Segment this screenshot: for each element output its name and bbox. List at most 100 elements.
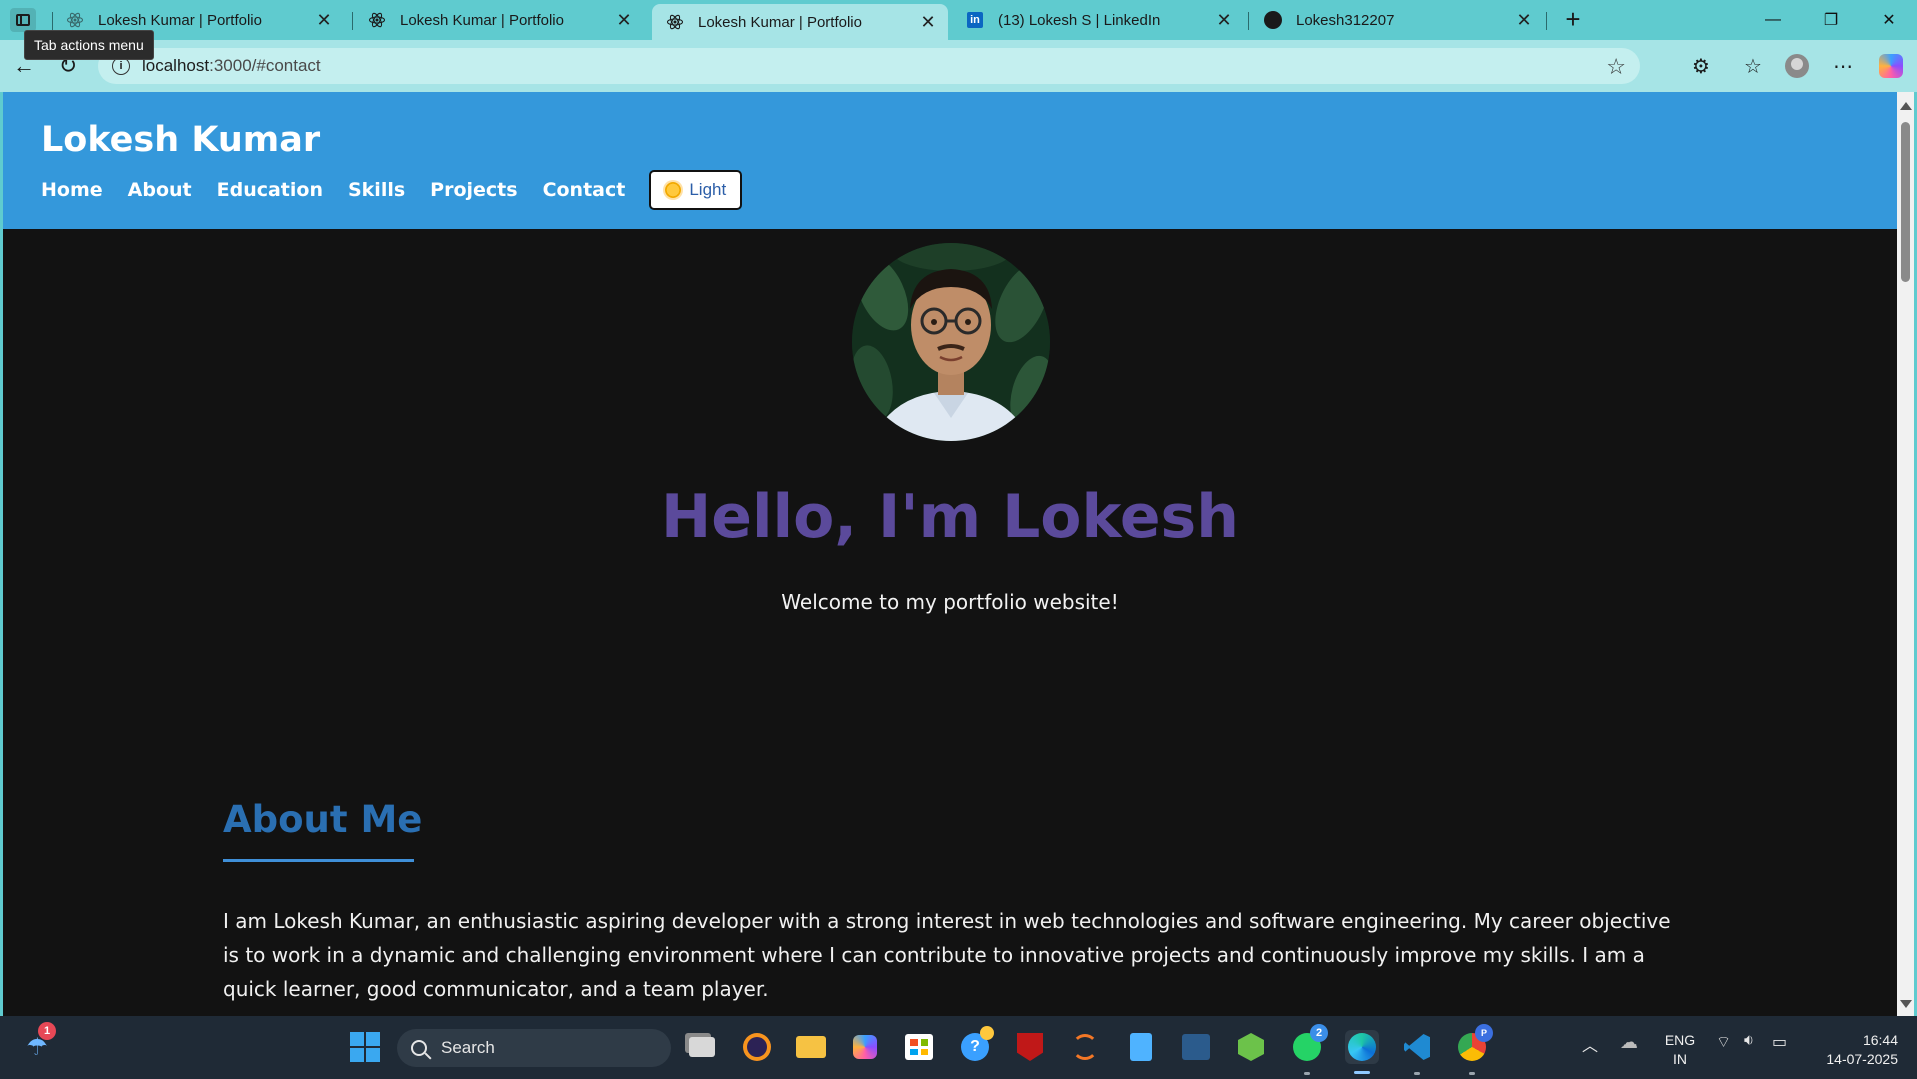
wifi-icon[interactable]: ⌔ xyxy=(1716,1032,1731,1052)
minimize-button[interactable]: — xyxy=(1750,4,1796,36)
linkedin-icon: in xyxy=(966,11,984,29)
whatsapp-icon[interactable]: 2 xyxy=(1290,1024,1328,1064)
hero-subtitle: Welcome to my portfolio website! xyxy=(781,590,1119,614)
microsoft-store-icon[interactable] xyxy=(902,1030,936,1064)
mcafee-icon[interactable] xyxy=(1013,1030,1047,1064)
chrome-icon[interactable]: P xyxy=(1455,1024,1493,1064)
show-hidden-icons-chevron-icon[interactable]: ︿ xyxy=(1582,1032,1598,1056)
favorites-icon[interactable]: ☆ xyxy=(1738,52,1768,80)
tab-portfolio-2[interactable]: Lokesh Kumar | Portfolio ✕ xyxy=(354,4,644,36)
page-viewport: Lokesh Kumar Home About Education Skills… xyxy=(3,92,1897,1016)
tab-actions-tooltip: Tab actions menu xyxy=(24,30,154,60)
restore-button[interactable]: ❐ xyxy=(1808,4,1854,36)
weather-badge: 1 xyxy=(38,1022,56,1040)
eclipse-icon[interactable] xyxy=(740,1030,774,1064)
about-text: I am Lokesh Kumar, an enthusiastic aspir… xyxy=(223,909,1671,1001)
profile-avatar-icon[interactable] xyxy=(1782,52,1812,80)
running-indicator xyxy=(1414,1072,1420,1075)
taskbar-search-label: Search xyxy=(441,1038,495,1057)
taskbar-search[interactable]: Search xyxy=(397,1029,671,1067)
close-tab-icon[interactable]: ✕ xyxy=(314,10,334,31)
search-icon xyxy=(411,1040,427,1056)
file-explorer-icon[interactable] xyxy=(794,1030,828,1064)
system-clock[interactable]: 16:44 14-07-2025 xyxy=(1814,1031,1898,1069)
site-nav: Home About Education Skills Projects Con… xyxy=(41,170,1897,210)
tab-github[interactable]: Lokesh312207 ✕ xyxy=(1250,4,1544,36)
language-indicator[interactable]: ENG IN xyxy=(1660,1031,1700,1069)
theme-toggle-button[interactable]: Light xyxy=(649,170,743,210)
nav-about[interactable]: About xyxy=(128,179,192,201)
close-tab-icon[interactable]: ✕ xyxy=(918,12,938,33)
nav-contact[interactable]: Contact xyxy=(543,179,626,201)
url-path: :3000/#contact xyxy=(209,56,321,75)
tab-linkedin[interactable]: in (13) Lokesh S | LinkedIn ✕ xyxy=(952,4,1244,36)
address-bar[interactable]: i localhost:3000/#contact ☆ xyxy=(98,48,1640,84)
close-window-button[interactable]: ✕ xyxy=(1866,4,1912,36)
extensions-icon[interactable]: ⚙ xyxy=(1686,52,1716,80)
tab-title: Lokesh Kumar | Portfolio xyxy=(98,11,262,29)
address-toolbar: ← ↻ i localhost:3000/#contact ☆ ⚙ ☆ ⋯ xyxy=(0,40,1917,92)
site-brand: Lokesh Kumar xyxy=(41,120,321,160)
tab-title: Lokesh Kumar | Portfolio xyxy=(698,13,862,31)
react-icon xyxy=(368,11,386,29)
edge-icon[interactable] xyxy=(1345,1030,1379,1064)
nav-home[interactable]: Home xyxy=(41,179,103,201)
sun-icon xyxy=(665,182,682,198)
scroll-up-arrow-icon[interactable] xyxy=(1900,102,1912,110)
tab-title: Lokesh312207 xyxy=(1296,11,1395,29)
about-title-underline xyxy=(223,859,414,862)
copilot-icon[interactable] xyxy=(1876,52,1906,80)
react-icon xyxy=(66,11,84,29)
tab-title: Lokesh Kumar | Portfolio xyxy=(400,11,564,29)
close-tab-icon[interactable]: ✕ xyxy=(614,10,634,31)
task-view-icon[interactable] xyxy=(685,1030,719,1064)
onedrive-offline-icon[interactable]: ☁ xyxy=(1620,1032,1638,1053)
sql-server-icon[interactable] xyxy=(1179,1030,1213,1064)
scroll-thumb[interactable] xyxy=(1901,122,1910,282)
close-tab-icon[interactable]: ✕ xyxy=(1214,10,1234,31)
tab-portfolio-active[interactable]: Lokesh Kumar | Portfolio ✕ xyxy=(652,4,948,40)
nodejs-icon[interactable] xyxy=(1234,1030,1268,1064)
battery-icon[interactable]: ▭ xyxy=(1772,1032,1787,1052)
tab-separator xyxy=(1248,12,1249,30)
weather-icon[interactable]: ☂ 1 xyxy=(20,1022,56,1064)
vscode-icon[interactable] xyxy=(1400,1030,1434,1064)
theme-toggle-label: Light xyxy=(689,180,727,199)
get-help-icon[interactable]: ? xyxy=(958,1026,994,1064)
tab-actions-icon xyxy=(16,14,30,26)
clock-date: 14-07-2025 xyxy=(1826,1051,1898,1067)
scroll-down-arrow-icon[interactable] xyxy=(1900,1000,1912,1008)
language-code: ENG xyxy=(1664,1032,1696,1048)
tab-separator xyxy=(1546,12,1547,30)
running-indicator xyxy=(1469,1072,1475,1075)
nav-projects[interactable]: Projects xyxy=(430,179,517,201)
start-windows-icon[interactable] xyxy=(348,1030,382,1064)
favorite-star-icon[interactable]: ☆ xyxy=(1606,54,1626,80)
react-icon xyxy=(666,13,684,31)
chrome-profile-badge: P xyxy=(1475,1024,1493,1042)
taskbar: ☂ 1 Search ? 2 P ︿ ☁ ENG IN ⌔ 🔉︎ ▭ 16:44… xyxy=(0,1016,1917,1079)
copilot-app-icon[interactable] xyxy=(848,1030,882,1064)
new-tab-button[interactable]: + xyxy=(1558,6,1588,34)
about-title: About Me xyxy=(223,798,423,841)
volume-icon[interactable]: 🔉︎ xyxy=(1744,1032,1754,1050)
tab-strip: Tab actions menu Lokesh Kumar | Portfoli… xyxy=(0,0,1917,60)
profile-photo xyxy=(852,243,1050,441)
tab-separator xyxy=(352,12,353,30)
running-indicator xyxy=(1304,1072,1310,1075)
whatsapp-badge: 2 xyxy=(1310,1024,1328,1042)
nav-skills[interactable]: Skills xyxy=(348,179,405,201)
notepad-icon[interactable] xyxy=(1124,1030,1158,1064)
jupyter-icon[interactable] xyxy=(1068,1030,1102,1064)
close-tab-icon[interactable]: ✕ xyxy=(1514,10,1534,31)
github-icon xyxy=(1264,11,1282,29)
nav-education[interactable]: Education xyxy=(217,179,323,201)
active-indicator xyxy=(1354,1071,1370,1074)
tab-title: (13) Lokesh S | LinkedIn xyxy=(998,11,1161,29)
page-scrollbar[interactable] xyxy=(1897,92,1914,1016)
language-region: IN xyxy=(1673,1051,1687,1067)
hero-title: Hello, I'm Lokesh xyxy=(661,482,1239,552)
tab-actions-button[interactable] xyxy=(10,8,36,32)
site-header: Lokesh Kumar Home About Education Skills… xyxy=(3,92,1897,229)
more-options-icon[interactable]: ⋯ xyxy=(1828,52,1858,80)
